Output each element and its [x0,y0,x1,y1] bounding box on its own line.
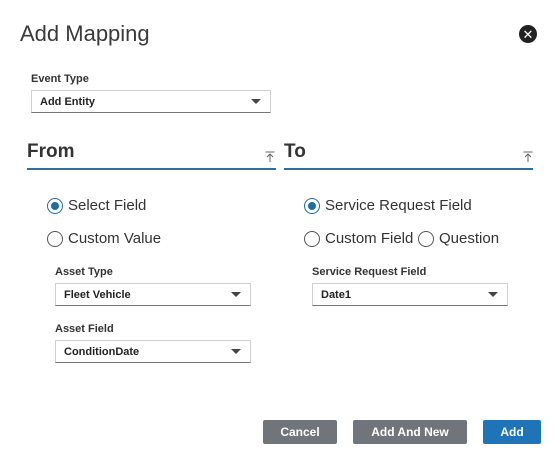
radio-unchecked-icon [47,230,63,247]
event-type-label: Event Type [31,73,89,85]
asset-type-value: Fleet Vehicle [64,288,131,301]
chevron-down-icon [488,292,498,297]
from-section-title: From [27,141,75,162]
chevron-down-icon [231,349,241,354]
to-section-divider [284,168,533,170]
asset-type-select[interactable]: Fleet Vehicle [55,283,251,306]
question-label: Question [439,230,500,247]
collapse-up-icon[interactable] [523,151,533,162]
from-section-divider [27,168,276,170]
asset-field-select[interactable]: ConditionDate [55,340,251,363]
to-section-title: To [284,141,306,162]
collapse-up-icon[interactable] [265,151,275,162]
close-icon[interactable]: ✕ [519,25,537,43]
radio-checked-icon [47,197,63,214]
dialog-title: Add Mapping [20,21,150,46]
chevron-down-icon [251,99,261,104]
custom-field-label: Custom Field [325,230,414,247]
event-type-value: Add Entity [40,95,95,108]
question-radio[interactable]: Question [418,230,499,247]
custom-value-radio[interactable]: Custom Value [47,230,161,247]
service-request-field-select[interactable]: Date1 [312,283,508,306]
service-request-field-radio[interactable]: Service Request Field [304,197,472,214]
asset-field-value: ConditionDate [64,345,140,358]
add-button[interactable]: Add [483,420,541,444]
service-request-field-label: Service Request Field [312,266,427,278]
asset-type-label: Asset Type [55,266,113,278]
select-field-label: Select Field [68,197,147,214]
custom-field-radio[interactable]: Custom Field [304,230,413,247]
add-and-new-button[interactable]: Add And New [353,420,467,444]
radio-unchecked-icon [304,230,320,247]
select-field-radio[interactable]: Select Field [47,197,146,214]
service-request-field-value: Date1 [321,288,351,301]
radio-checked-icon [304,197,320,214]
radio-unchecked-icon [418,230,434,247]
custom-value-label: Custom Value [68,230,162,247]
cancel-button[interactable]: Cancel [263,420,337,444]
chevron-down-icon [231,292,241,297]
asset-field-label: Asset Field [55,323,114,335]
service-request-field-radio-label: Service Request Field [325,197,472,214]
event-type-select[interactable]: Add Entity [31,90,271,113]
